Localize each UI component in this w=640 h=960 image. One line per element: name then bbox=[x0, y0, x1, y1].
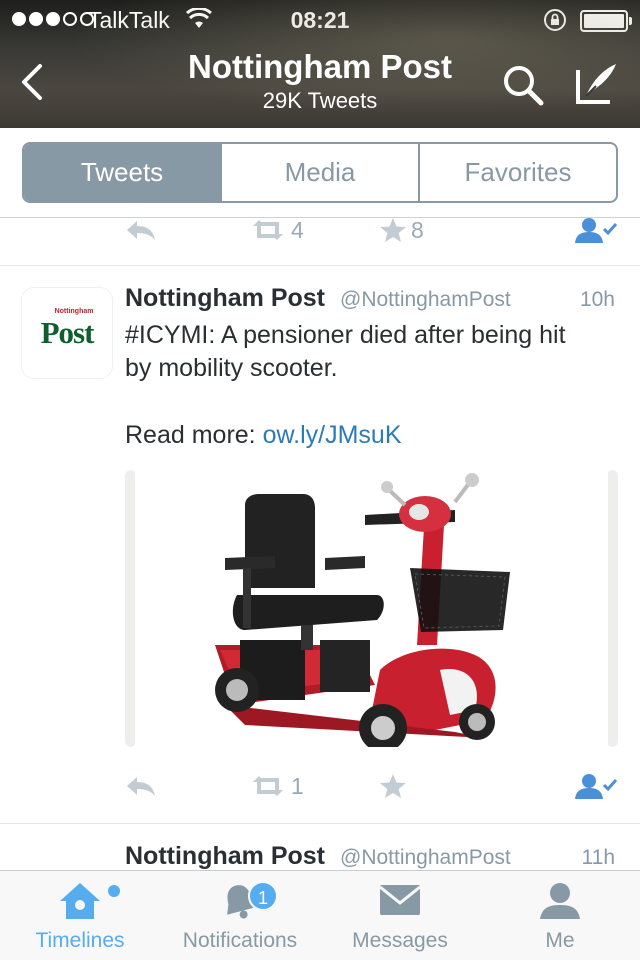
tab-timelines[interactable]: Timelines bbox=[0, 871, 160, 960]
tweet-link[interactable]: ow.ly/JMsuK bbox=[263, 421, 402, 449]
reply-icon[interactable] bbox=[125, 766, 157, 806]
tab-favorites[interactable]: Favorites bbox=[420, 144, 616, 201]
retweet-count: 1 bbox=[291, 772, 304, 799]
retweet-button[interactable]: 4 bbox=[249, 210, 304, 250]
tweet-author-name[interactable]: Nottingham Post bbox=[125, 284, 325, 313]
retweet-count: 4 bbox=[291, 216, 304, 243]
tweet-divider bbox=[0, 823, 640, 824]
person-icon bbox=[540, 883, 580, 919]
favorite-count: 8 bbox=[411, 216, 424, 243]
reply-icon[interactable] bbox=[125, 210, 157, 250]
tweet-divider bbox=[0, 265, 640, 266]
tweet-author-name[interactable]: Nottingham Post bbox=[125, 842, 325, 871]
tweet-author-handle: @NottinghamPost bbox=[340, 288, 511, 311]
retweet-icon bbox=[253, 220, 283, 240]
tab-label: Notifications bbox=[182, 929, 298, 952]
retweet-button[interactable]: 1 bbox=[249, 766, 304, 806]
favorite-button[interactable]: 8 bbox=[379, 210, 424, 250]
avatar[interactable]: Nottingham Post bbox=[22, 288, 112, 378]
tab-notifications[interactable]: 1 Notifications bbox=[160, 871, 320, 960]
nottingham-post-logo: Nottingham Post bbox=[40, 308, 95, 350]
notification-badge: 1 bbox=[248, 881, 278, 911]
tweet-text-line: #ICYMI: A pensioner died after being hit bbox=[125, 321, 566, 349]
tweet-read-more: Read more: ow.ly/JMsuK bbox=[125, 419, 605, 452]
follow-user-icon[interactable] bbox=[573, 766, 619, 806]
rotation-lock-icon bbox=[544, 9, 566, 31]
compose-icon[interactable] bbox=[572, 60, 620, 108]
home-icon bbox=[60, 883, 100, 919]
tweet-actions: 1 bbox=[125, 766, 625, 806]
profile-segmented-control: Tweets Media Favorites bbox=[22, 142, 618, 203]
tab-messages[interactable]: Messages bbox=[320, 871, 480, 960]
tweet-text-line: by mobility scooter. bbox=[125, 354, 338, 382]
mobility-scooter-image bbox=[215, 473, 510, 747]
follow-user-icon[interactable] bbox=[573, 210, 619, 250]
read-more-label: Read more: bbox=[125, 421, 256, 449]
tab-label: Messages bbox=[352, 929, 448, 952]
tab-tweets[interactable]: Tweets bbox=[24, 144, 222, 201]
battery-icon bbox=[580, 10, 632, 32]
segment-bar: Tweets Media Favorites bbox=[0, 128, 640, 218]
tab-me[interactable]: Me bbox=[480, 871, 640, 960]
tab-bar: Timelines 1 Notifications Messages Me bbox=[0, 870, 640, 960]
tweet-timestamp: 10h bbox=[579, 288, 615, 311]
previous-tweet-actions: 4 8 bbox=[125, 210, 625, 250]
retweet-icon bbox=[253, 776, 283, 796]
tab-label: Timelines bbox=[35, 929, 125, 952]
tab-media[interactable]: Media bbox=[222, 144, 420, 201]
tweet-author-handle: @NottinghamPost bbox=[340, 846, 511, 869]
search-icon[interactable] bbox=[500, 62, 546, 108]
profile-header: TalkTalk 08:21 Nottingham Post 29K Tweet… bbox=[0, 0, 640, 128]
status-bar: TalkTalk 08:21 bbox=[0, 0, 640, 40]
star-icon[interactable] bbox=[379, 766, 407, 806]
tab-label: Me bbox=[545, 929, 575, 952]
tweet-media-image[interactable] bbox=[125, 470, 618, 747]
tweet-timestamp: 11h bbox=[581, 846, 615, 869]
envelope-icon bbox=[379, 885, 421, 915]
new-content-dot bbox=[108, 885, 120, 897]
star-icon bbox=[380, 218, 406, 242]
